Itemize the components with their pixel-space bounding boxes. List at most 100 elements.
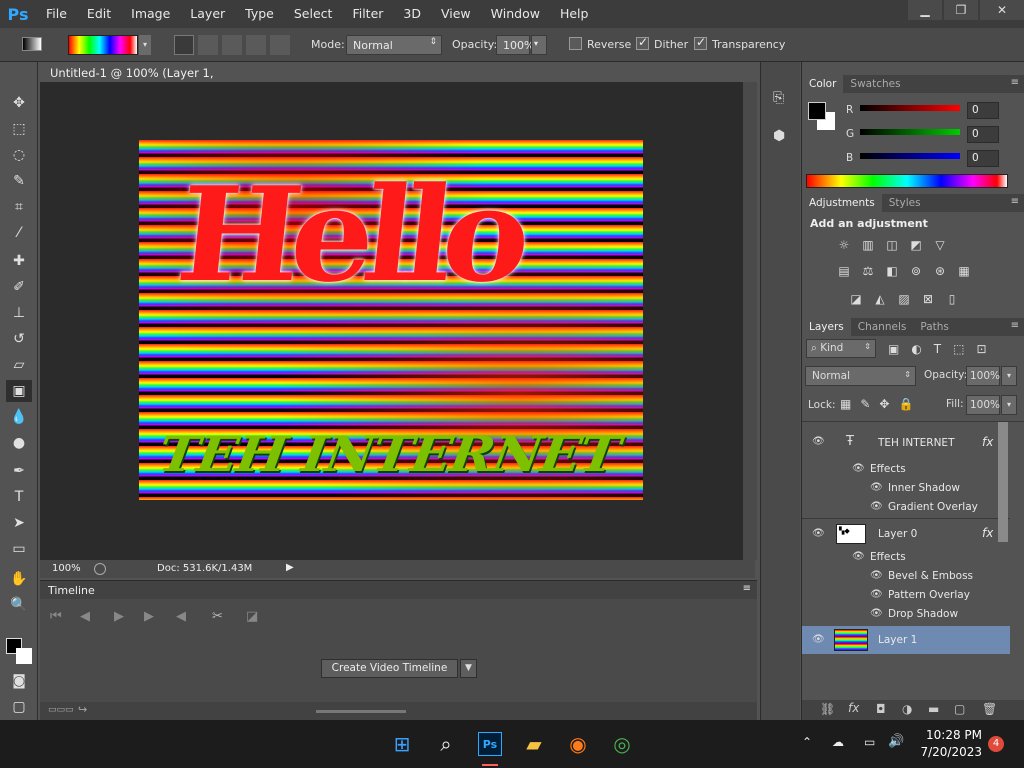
menu-window[interactable]: Window bbox=[481, 0, 550, 28]
clock-date[interactable]: 7/20/2023 bbox=[912, 745, 982, 759]
search-icon[interactable]: ⌕ bbox=[430, 728, 462, 760]
lock-icons[interactable]: ▦✎✥🔒 bbox=[840, 397, 922, 411]
notification-badge[interactable]: 4 bbox=[988, 736, 1004, 752]
rectangle-tool-icon[interactable]: ▭ bbox=[6, 538, 32, 560]
gradient-dropdown-icon[interactable]: ▾ bbox=[139, 35, 151, 55]
blur-tool-icon[interactable]: 💧 bbox=[6, 406, 32, 428]
selective-color-icon[interactable]: ⊠ bbox=[920, 292, 936, 306]
mode-select[interactable]: Normal ⇕ bbox=[346, 35, 442, 55]
reflected-gradient-icon[interactable] bbox=[246, 35, 266, 55]
background-color-swatch[interactable] bbox=[16, 648, 32, 664]
new-group-icon[interactable]: ▬ bbox=[928, 702, 939, 716]
menu-select[interactable]: Select bbox=[284, 0, 343, 28]
effect-row[interactable]: 👁 Pattern Overlay bbox=[802, 586, 1010, 605]
restore-button[interactable]: ❐ bbox=[944, 0, 978, 20]
effect-row[interactable]: 👁 Gradient Overlay bbox=[802, 498, 1010, 517]
previous-frame-icon[interactable]: ◀ bbox=[80, 609, 90, 624]
fx-icon[interactable]: fx bbox=[982, 526, 993, 540]
pen-tool-icon[interactable]: ✒ bbox=[6, 460, 32, 482]
visibility-eye-icon[interactable]: 👁 bbox=[870, 482, 883, 493]
menu-filter[interactable]: Filter bbox=[342, 0, 393, 28]
visibility-eye-icon[interactable]: 👁 bbox=[870, 589, 883, 600]
history-panel-icon[interactable]: ⎘ bbox=[773, 90, 784, 106]
timeline-zoom-slider[interactable] bbox=[316, 710, 406, 713]
foreground-color-swatch[interactable] bbox=[808, 102, 826, 120]
panel-menu-icon[interactable]: ≡ bbox=[743, 583, 751, 594]
new-adjustment-icon[interactable]: ◑ bbox=[902, 702, 912, 716]
panel-menu-icon[interactable]: ≡ bbox=[1011, 77, 1019, 88]
menu-edit[interactable]: Edit bbox=[77, 0, 121, 28]
tab-paths[interactable]: Paths bbox=[913, 318, 956, 336]
effects-row[interactable]: 👁 Effects bbox=[802, 460, 1010, 479]
file-explorer-icon[interactable]: ▰ bbox=[518, 728, 550, 760]
effect-row[interactable]: 👁 Drop Shadow bbox=[802, 605, 1010, 624]
color-spectrum-ramp[interactable] bbox=[806, 174, 1008, 188]
add-style-icon[interactable]: fx bbox=[848, 701, 859, 715]
menu-view[interactable]: View bbox=[431, 0, 481, 28]
visibility-eye-icon[interactable]: 👁 bbox=[870, 501, 883, 512]
dither-checkbox[interactable] bbox=[636, 35, 649, 50]
green-slider[interactable]: G 0 bbox=[802, 126, 1024, 148]
windows-start-icon[interactable]: ⊞ bbox=[386, 728, 418, 760]
zoom-tool-icon[interactable]: 🔍 bbox=[6, 594, 32, 616]
tab-color[interactable]: Color bbox=[802, 75, 844, 93]
layer-opacity-input[interactable]: 100% bbox=[966, 366, 1000, 386]
layer-row-layer-0[interactable]: 👁 ▚◆ Layer 0 fx bbox=[802, 522, 1010, 546]
gradient-picker[interactable] bbox=[68, 35, 138, 55]
play-icon[interactable]: ▶ bbox=[114, 609, 124, 624]
reverse-checkbox[interactable] bbox=[569, 37, 582, 50]
tab-channels[interactable]: Channels bbox=[851, 318, 914, 336]
gradient-map-icon[interactable]: ▯ bbox=[944, 292, 960, 306]
path-selection-tool-icon[interactable]: ➤ bbox=[6, 512, 32, 534]
brush-tool-icon[interactable]: ✐ bbox=[6, 276, 32, 298]
opacity-dropdown-icon[interactable]: ▾ bbox=[531, 35, 547, 55]
history-brush-tool-icon[interactable]: ↺ bbox=[6, 328, 32, 350]
layer-filter-kind-select[interactable]: ⌕ Kind ⇕ bbox=[806, 339, 876, 358]
display-icon[interactable]: ▭ bbox=[864, 735, 875, 749]
effects-row[interactable]: 👁 Effects bbox=[802, 548, 1010, 567]
panel-menu-icon[interactable]: ≡ bbox=[1011, 320, 1019, 331]
volume-icon[interactable]: 🔊 bbox=[888, 734, 904, 749]
menu-3d[interactable]: 3D bbox=[393, 0, 431, 28]
brightness-contrast-icon[interactable]: ☼ bbox=[836, 238, 852, 252]
color-lookup-icon[interactable]: ▦ bbox=[956, 264, 972, 278]
visibility-eye-icon[interactable]: 👁 bbox=[870, 608, 883, 619]
menu-file[interactable]: File bbox=[36, 0, 77, 28]
tab-styles[interactable]: Styles bbox=[882, 194, 928, 212]
dodge-tool-icon[interactable]: ● bbox=[6, 432, 32, 454]
hue-saturation-icon[interactable]: ▤ bbox=[836, 264, 852, 278]
clock-time[interactable]: 10:28 PM bbox=[922, 728, 982, 742]
chrome-icon[interactable]: ◎ bbox=[606, 728, 638, 760]
3d-panel-icon[interactable]: ⬢ bbox=[773, 128, 785, 144]
close-button[interactable]: ✕ bbox=[980, 0, 1024, 20]
timeline-title[interactable]: Timeline bbox=[48, 584, 95, 597]
black-white-icon[interactable]: ◧ bbox=[884, 264, 900, 278]
add-mask-icon[interactable]: ◘ bbox=[876, 702, 886, 716]
photoshop-taskbar-icon[interactable]: Ps bbox=[474, 728, 506, 760]
minimize-button[interactable]: ▁ bbox=[908, 0, 942, 20]
menu-image[interactable]: Image bbox=[121, 0, 180, 28]
visibility-eye-icon[interactable]: 👁 bbox=[812, 528, 825, 539]
layer-name[interactable]: Layer 0 bbox=[878, 528, 917, 540]
status-options-icon[interactable] bbox=[94, 563, 106, 575]
menu-help[interactable]: Help bbox=[550, 0, 599, 28]
convert-icon[interactable]: ↪ bbox=[78, 703, 87, 716]
effect-row[interactable]: 👁 Inner Shadow bbox=[802, 479, 1010, 498]
chevron-down-icon[interactable]: ▼ bbox=[460, 659, 477, 678]
zoom-level[interactable]: 100% bbox=[52, 563, 81, 574]
lasso-tool-icon[interactable]: ◌ bbox=[6, 144, 32, 166]
layer-name[interactable]: TEH INTERNET bbox=[878, 437, 954, 449]
transparency-checkbox[interactable] bbox=[694, 35, 707, 50]
menu-layer[interactable]: Layer bbox=[180, 0, 235, 28]
photo-filter-icon[interactable]: ⊚ bbox=[908, 264, 924, 278]
transition-icon[interactable]: ◪ bbox=[246, 609, 258, 624]
move-tool-icon[interactable]: ✥ bbox=[6, 92, 32, 114]
trash-icon[interactable]: 🗑 bbox=[982, 702, 997, 716]
layer-row-layer-1[interactable]: 👁 Layer 1 bbox=[802, 626, 1010, 654]
status-menu-arrow-icon[interactable]: ▶ bbox=[286, 562, 294, 573]
split-scissors-icon[interactable]: ✂ bbox=[212, 609, 223, 624]
diamond-gradient-icon[interactable] bbox=[270, 35, 290, 55]
linear-gradient-icon[interactable] bbox=[174, 35, 194, 55]
visibility-eye-icon[interactable]: 👁 bbox=[852, 551, 865, 562]
levels-icon[interactable]: ▥ bbox=[860, 238, 876, 252]
